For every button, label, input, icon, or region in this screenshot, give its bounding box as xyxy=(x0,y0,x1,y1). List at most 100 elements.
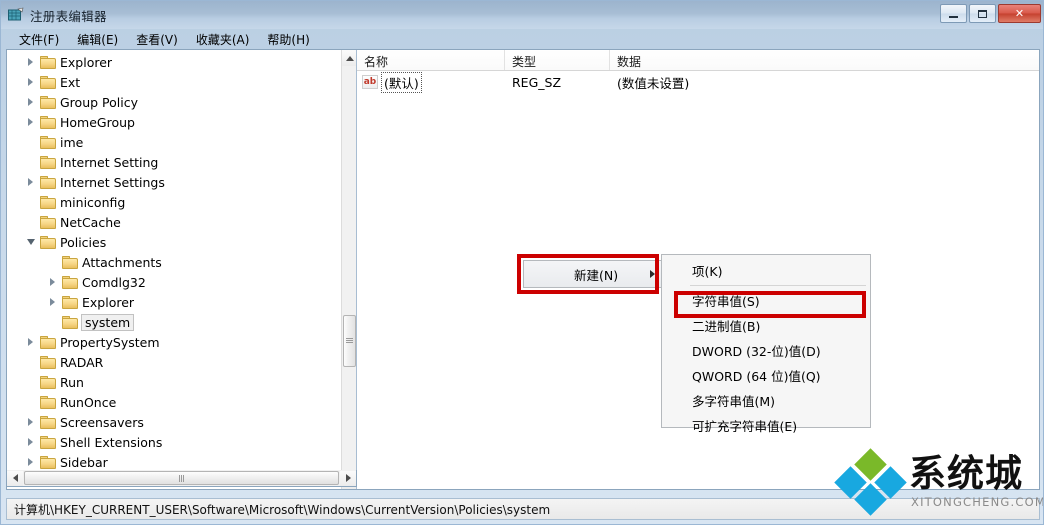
submenu-item-2[interactable]: 字符串值(S) xyxy=(662,288,870,313)
tree-item-explorer[interactable]: Explorer xyxy=(7,52,343,72)
tree-item-sidebar[interactable]: Sidebar xyxy=(7,452,343,472)
folder-icon xyxy=(40,335,56,349)
menu-view[interactable]: 查看(V) xyxy=(127,29,187,50)
tree-item-group-policy[interactable]: Group Policy xyxy=(7,92,343,112)
tree-item-miniconfig[interactable]: miniconfig xyxy=(7,192,343,212)
tree-item-ext[interactable]: Ext xyxy=(7,72,343,92)
list-row[interactable]: ab (默认) REG_SZ (数值未设置) xyxy=(357,71,1039,93)
folder-icon xyxy=(40,75,56,89)
column-header-data[interactable]: 数据 xyxy=(610,50,1039,70)
tree-expander-collapsed-icon[interactable] xyxy=(21,112,40,132)
tree-expander-collapsed-icon[interactable] xyxy=(43,272,62,292)
tree-expander-collapsed-icon[interactable] xyxy=(21,332,40,352)
registry-editor-icon xyxy=(7,7,24,24)
tree-item-label: Group Policy xyxy=(60,94,138,110)
tree-item-homegroup[interactable]: HomeGroup xyxy=(7,112,343,132)
close-button[interactable]: ✕ xyxy=(998,4,1041,23)
hscrollbar-thumb[interactable] xyxy=(24,471,339,485)
tree-item-ime[interactable]: ime xyxy=(7,132,343,152)
tree-item-comdlg32[interactable]: Comdlg32 xyxy=(7,272,343,292)
submenu-item-1[interactable]: 项(K) xyxy=(662,258,870,283)
folder-icon xyxy=(40,95,56,109)
submenu-item-3[interactable]: 二进制值(B) xyxy=(662,313,870,338)
scroll-up-button[interactable] xyxy=(342,50,356,66)
tree-expander-collapsed-icon[interactable] xyxy=(21,52,40,72)
list-value-name: (默认) xyxy=(381,71,422,93)
tree-expander-collapsed-icon[interactable] xyxy=(21,72,40,92)
tree-item-screensavers[interactable]: Screensavers xyxy=(7,412,343,432)
triangle-right-icon xyxy=(28,338,33,346)
tree-expander-none xyxy=(21,392,40,412)
menu-file[interactable]: 文件(F) xyxy=(10,29,68,50)
tree-vertical-scrollbar[interactable] xyxy=(341,50,356,489)
list-cell-name: ab (默认) xyxy=(357,71,505,93)
status-bar-path: 计算机\HKEY_CURRENT_USER\Software\Microsoft… xyxy=(14,502,551,517)
tree-expander-expanded-icon[interactable] xyxy=(21,232,40,252)
maximize-button[interactable] xyxy=(969,4,996,23)
column-header-name[interactable]: 名称 xyxy=(357,50,505,70)
submenu-item-4[interactable]: DWORD (32-位)值(D) xyxy=(662,338,870,363)
menu-favorites[interactable]: 收藏夹(A) xyxy=(187,29,259,50)
folder-icon xyxy=(62,255,78,269)
tree-expander-collapsed-icon[interactable] xyxy=(43,292,62,312)
triangle-down-icon xyxy=(26,239,35,245)
column-header-type[interactable]: 类型 xyxy=(505,50,610,70)
tree-item-system[interactable]: system xyxy=(7,312,343,332)
tree-item-run[interactable]: Run xyxy=(7,372,343,392)
tree-item-propertysystem[interactable]: PropertySystem xyxy=(7,332,343,352)
scroll-left-button[interactable] xyxy=(7,470,23,486)
tree-item-explorer[interactable]: Explorer xyxy=(7,292,343,312)
tree-item-netcache[interactable]: NetCache xyxy=(7,212,343,232)
minimize-icon xyxy=(949,15,958,18)
folder-icon xyxy=(62,275,78,289)
folder-icon xyxy=(40,415,56,429)
tree-item-internet-setting[interactable]: Internet Setting xyxy=(7,152,343,172)
folder-icon xyxy=(40,135,56,149)
tree-expander-none xyxy=(43,252,62,272)
scroll-right-button[interactable] xyxy=(340,470,356,486)
triangle-right-icon xyxy=(28,438,33,446)
submenu-item-5[interactable]: QWORD (64 位)值(Q) xyxy=(662,363,870,388)
tree-item-label: NetCache xyxy=(60,214,121,230)
grip-icon xyxy=(346,338,353,344)
new-submenu[interactable]: 项(K) 字符串值(S) 二进制值(B) DWORD (32-位)值(D) QWORD … xyxy=(661,254,871,434)
tree-item-runonce[interactable]: RunOnce xyxy=(7,392,343,412)
tree-expander-collapsed-icon[interactable] xyxy=(21,172,40,192)
menu-help[interactable]: 帮助(H) xyxy=(258,29,318,50)
tree-item-radar[interactable]: RADAR xyxy=(7,352,343,372)
submenu-item-7[interactable]: 可扩充字符串值(E) xyxy=(662,413,870,438)
tree-item-label: Explorer xyxy=(60,54,113,70)
triangle-right-icon xyxy=(28,78,33,86)
maximize-icon xyxy=(978,9,987,18)
tree-expander-collapsed-icon[interactable] xyxy=(21,92,40,112)
tree-item-shell-extensions[interactable]: Shell Extensions xyxy=(7,432,343,452)
menu-separator xyxy=(690,285,866,286)
tree-item-label: Shell Extensions xyxy=(60,434,163,450)
tree-expander-collapsed-icon[interactable] xyxy=(21,432,40,452)
folder-icon xyxy=(40,395,56,409)
submenu-item-6[interactable]: 多字符串值(M) xyxy=(662,388,870,413)
tree-horizontal-scrollbar[interactable] xyxy=(6,470,357,487)
tree-item-label: ime xyxy=(60,134,84,150)
tree-item-policies[interactable]: Policies xyxy=(7,232,343,252)
tree-expander-collapsed-icon[interactable] xyxy=(21,452,40,472)
menu-edit[interactable]: 编辑(E) xyxy=(68,29,127,50)
tree-expander-none xyxy=(21,192,40,212)
folder-icon xyxy=(40,235,56,249)
tree-scrollbar-thumb[interactable] xyxy=(343,315,356,367)
context-menu-item-new[interactable]: 新建(N) xyxy=(523,260,664,288)
registry-tree-pane[interactable]: Explorer Ext Group Policy HomeGroup ime Inter… xyxy=(7,50,357,489)
minimize-button[interactable] xyxy=(940,4,967,23)
tree-item-internet-settings[interactable]: Internet Settings xyxy=(7,172,343,192)
tree-expander-collapsed-icon[interactable] xyxy=(21,412,40,432)
tree-item-attachments[interactable]: Attachments xyxy=(7,252,343,272)
